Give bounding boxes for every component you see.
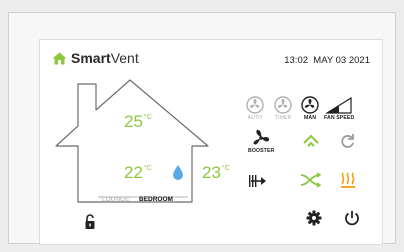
fan-speed-label: FAN SPEED: [324, 115, 355, 121]
booster-button[interactable]: BOOSTER: [248, 129, 274, 154]
zone-bedroom[interactable]: BEDROOM: [139, 196, 173, 203]
timer-mode-button[interactable]: TIMER: [274, 96, 292, 121]
bypass-icon[interactable]: [300, 172, 322, 188]
zone-lounge[interactable]: LOUNGE: [102, 196, 129, 203]
refresh-icon[interactable]: [340, 133, 356, 149]
auto-fan-icon: [246, 96, 264, 114]
manual-label: MAN: [303, 115, 317, 121]
current-date: MAY 03 2021: [313, 55, 370, 66]
auto-label: AUTO: [247, 115, 263, 121]
outdoor-temperature: 23°C: [202, 163, 230, 182]
room-temperature: 22°C: [124, 163, 152, 182]
timer-label: TIMER: [274, 115, 292, 121]
power-icon[interactable]: [344, 210, 360, 226]
controller-screen: SmartVent 13:02 MAY 03 2021 25°C 22°C 23…: [39, 39, 383, 245]
house-outline: [55, 79, 209, 203]
upper-temperature: 25°C: [124, 112, 152, 131]
clock-time: 13:02: [284, 55, 309, 66]
device-frame: SmartVent 13:02 MAY 03 2021 25°C 22°C 23…: [8, 12, 396, 245]
humidity-drop-icon: [173, 165, 183, 180]
auto-mode-button[interactable]: AUTO: [246, 96, 264, 121]
settings-icon[interactable]: [306, 210, 322, 226]
up-arrow-icon[interactable]: [302, 133, 320, 149]
fan-speed-icon: [326, 97, 352, 114]
filter-icon[interactable]: [248, 172, 268, 190]
heater-icon[interactable]: [340, 171, 356, 189]
brand-name: SmartVent: [71, 50, 139, 66]
date-time: 13:02 MAY 03 2021: [284, 55, 370, 66]
booster-label: BOOSTER: [248, 148, 275, 154]
booster-fan-icon: [253, 129, 270, 145]
timer-fan-icon: [274, 96, 292, 114]
fan-speed-control[interactable]: FAN SPEED: [324, 97, 354, 121]
lock-icon[interactable]: [84, 214, 96, 230]
manual-fan-icon: [301, 96, 319, 114]
home-logo-icon: [52, 52, 67, 64]
manual-mode-button[interactable]: MAN: [301, 96, 319, 121]
brand-logo: SmartVent: [52, 50, 139, 66]
